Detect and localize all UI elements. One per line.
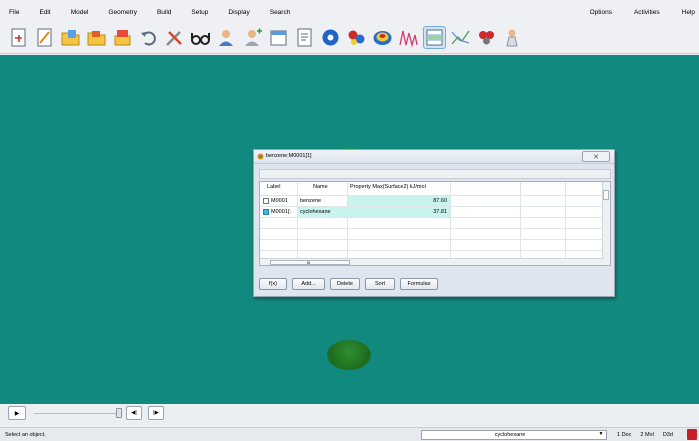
new-document-icon[interactable] [8,27,29,48]
status-counts: 1 Doc 2 Mol D3d [617,432,673,438]
molecule-surface[interactable] [327,340,371,370]
row-checkbox[interactable] [263,209,269,215]
menu-setup[interactable]: Setup [191,9,208,16]
table-row[interactable]: M0001[: cyclohexane 37.81 [260,206,610,217]
horizontal-scrollbar[interactable]: III [260,258,604,265]
chevron-down-icon[interactable]: ▼ [597,431,605,439]
undo-icon[interactable] [138,27,159,48]
column-header-name[interactable]: Name [313,184,328,190]
row-value: 87.60 [433,198,447,204]
scroll-grip: III [307,260,311,265]
blue-sphere-icon[interactable] [320,27,341,48]
close-icon: ✕ [593,153,599,161]
menu-bar: File Edit Model Geometry Build Setup Dis… [0,0,699,24]
table-icon[interactable] [423,26,446,49]
menu-build[interactable]: Build [157,9,171,16]
row-checkbox[interactable] [263,198,269,204]
menu-help[interactable]: Help [682,9,695,16]
spreadsheet-dialog: benzene:M0001[1] ✕ Label Name Property M… [253,149,615,297]
calendar-icon[interactable] [268,27,289,48]
next-frame-button[interactable]: |▶ [148,406,164,420]
mol-count: 2 Mol [640,432,654,438]
menu-geometry[interactable]: Geometry [108,9,137,16]
delete-button[interactable]: Delete [330,278,360,290]
doc-count: 1 Doc [617,432,632,438]
spreadsheet-grid: Label Name Property Max(Surface2) kJ/mol… [259,181,611,266]
formulas-button[interactable]: Formulas [400,278,438,290]
play-button[interactable]: ▶ [8,406,26,420]
chemist-icon[interactable] [502,27,523,48]
sort-button[interactable]: Sort [365,278,395,290]
surface-map-icon[interactable] [372,27,393,48]
app-logo-icon [687,429,697,440]
menu-search[interactable]: Search [270,9,291,16]
document-icon[interactable] [294,27,315,48]
graph-icon[interactable] [450,27,471,48]
horizontal-scroll-thumb[interactable]: III [270,260,350,265]
selected-row-highlight[interactable]: cyclohexane 37.81 [298,207,450,217]
previous-frame-icon: ◀| [131,410,137,416]
molecule-select[interactable]: cyclohexane ▼ [421,430,607,440]
open-file-icon[interactable] [86,27,107,48]
row-label: M0001[: [271,209,291,215]
user-icon[interactable] [216,27,237,48]
fx-button[interactable]: f(x) [259,278,287,290]
menu-file[interactable]: File [9,9,19,16]
menu-display[interactable]: Display [228,9,249,16]
frame-slider-thumb[interactable] [116,408,122,418]
add-button[interactable]: Add... [292,278,325,290]
open-folder-icon[interactable] [60,27,81,48]
column-header-property[interactable]: Property Max(Surface2) kJ/mol [350,184,426,190]
toolbar-icons [8,26,523,49]
menu-model[interactable]: Model [71,9,89,16]
menu-activities[interactable]: Activities [634,9,660,16]
save-icon[interactable] [112,27,133,48]
menu-options[interactable]: Options [590,9,612,16]
row-label: M0001 [271,198,288,204]
menu-right: Options Activities Help [568,0,695,24]
spectrum-icon[interactable] [398,27,419,48]
vertical-scrollbar[interactable] [602,182,610,265]
dialog-titlebar[interactable]: benzene:M0001[1] ✕ [254,150,614,164]
grid-header: Label Name Property Max(Surface2) kJ/mol [260,182,610,192]
row-name: cyclohexane [300,209,331,215]
property-cell[interactable]: 87.60 [348,196,450,206]
molecule-title-icon [257,153,264,160]
menu-edit[interactable]: Edit [39,9,50,16]
atoms-icon[interactable] [476,27,497,48]
point-group: D3d [662,432,673,438]
tools-icon[interactable] [164,27,185,48]
user-add-icon[interactable] [242,27,263,48]
molecule-select-value: cyclohexane [494,432,526,438]
table-row[interactable] [260,217,610,228]
table-row[interactable] [260,228,610,239]
glasses-icon[interactable] [190,27,211,48]
edit-icon[interactable] [34,27,55,48]
row-name: benzene [300,198,322,204]
dialog-title: benzene:M0001[1] [266,153,312,159]
close-button[interactable]: ✕ [582,151,610,162]
previous-frame-button[interactable]: ◀| [126,406,142,420]
frame-slider-track[interactable] [34,413,120,414]
status-bar: Select an object. cyclohexane ▼ 1 Doc 2 … [0,427,699,441]
toolbar [0,24,699,54]
play-icon: ▶ [14,410,20,417]
dialog-buttons: f(x) Add... Delete Sort Formulas [259,278,438,290]
table-row[interactable]: M0001 benzene 87.60 [260,195,610,206]
menu-left: File Edit Model Geometry Build Setup Dis… [9,0,310,24]
status-message: Select an object. [5,432,46,438]
formula-strip[interactable] [259,169,611,179]
next-frame-icon: |▶ [153,410,159,416]
column-header-label[interactable]: Label [267,184,280,190]
row-value: 37.81 [433,209,447,215]
vertical-scroll-thumb[interactable] [603,190,609,200]
molecule-icon[interactable] [346,27,367,48]
animation-controls: ▶ ◀| |▶ [0,404,699,427]
table-row[interactable] [260,239,610,250]
